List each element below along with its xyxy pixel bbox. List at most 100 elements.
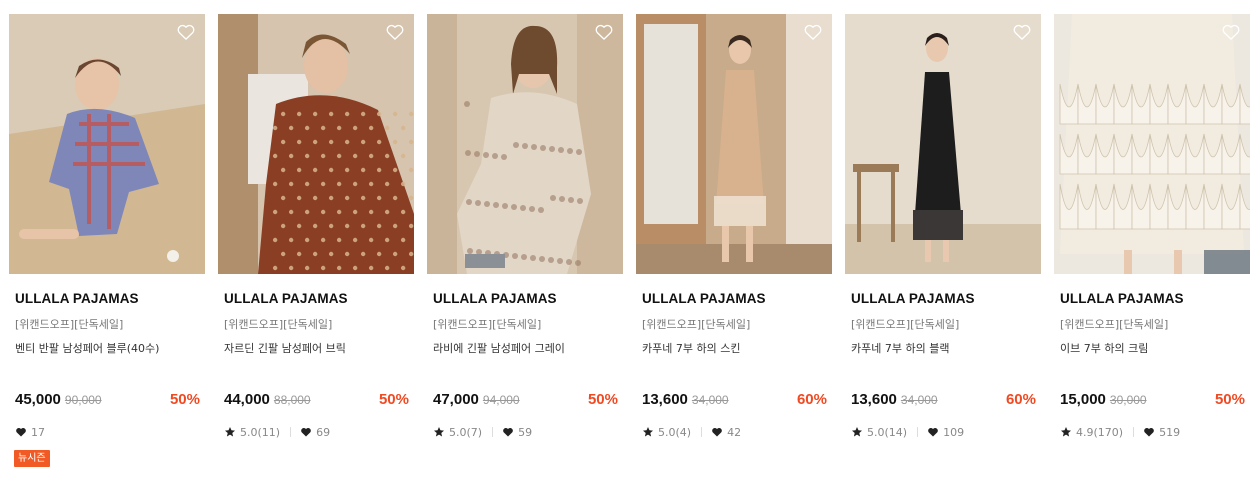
discount-rate: 50% [1214, 391, 1245, 408]
product-name[interactable]: 자르딘 긴팔 남성페어 브릭 [224, 340, 346, 356]
wishlist-button[interactable] [1012, 22, 1032, 42]
wishlist-button[interactable] [176, 22, 196, 42]
product-photo [845, 14, 1041, 274]
product-card[interactable]: ULLALA PAJAMAS [위캔드오프][단독세일] 벤티 반팔 남성페어 블루… [9, 14, 205, 484]
price-block: 13,600 34,000 [851, 391, 938, 408]
promo-tag: [위캔드오프][단독세일] [15, 318, 124, 331]
product-meta: 17 [15, 425, 45, 439]
product-image[interactable] [845, 14, 1041, 274]
price-block: 13,600 34,000 [642, 391, 729, 408]
like-count: 17 [31, 425, 45, 439]
product-name[interactable]: 카푸네 7부 하의 스킨 [642, 340, 740, 356]
product-meta: 5.0(11) 69 [224, 425, 330, 439]
meta-divider [290, 427, 292, 437]
product-image[interactable] [427, 14, 623, 274]
like-count: 519 [1159, 425, 1181, 439]
star-icon [225, 427, 235, 437]
product-image[interactable] [1054, 14, 1250, 274]
sale-price: 13,600 [851, 391, 897, 408]
discount-rate: 50% [169, 391, 200, 408]
brand-name[interactable]: ULLALA PAJAMAS [851, 291, 975, 306]
brand-name[interactable]: ULLALA PAJAMAS [15, 291, 139, 306]
product-card[interactable]: ULLALA PAJAMAS [위캔드오프][단독세일] 카푸네 7부 하의 블랙 1… [845, 14, 1041, 484]
heart-outline-icon [1013, 24, 1031, 40]
product-image[interactable] [218, 14, 414, 274]
heart-filled-icon [1144, 427, 1154, 437]
like-count: 42 [727, 425, 742, 439]
heart-outline-icon [386, 24, 404, 40]
product-card[interactable]: ULLALA PAJAMAS [위캔드오프][단독세일] 카푸네 7부 하의 스킨 1… [636, 14, 832, 484]
rating-score: 5.0(4) [658, 425, 692, 439]
discount-rate: 60% [796, 391, 827, 408]
rating-icon-wrap [1060, 426, 1072, 438]
original-price: 30,000 [1109, 393, 1147, 407]
sale-price: 47,000 [433, 391, 479, 408]
price-block: 15,000 30,000 [1060, 391, 1147, 408]
product-grid: ULLALA PAJAMAS [위캔드오프][단독세일] 벤티 반팔 남성페어 블루… [9, 14, 1250, 484]
sale-price: 45,000 [15, 391, 61, 408]
product-name[interactable]: 라비에 긴팔 남성페어 그레이 [433, 340, 565, 356]
meta-divider [701, 427, 703, 437]
product-image[interactable] [9, 14, 205, 274]
heart-filled-icon [301, 427, 311, 437]
heart-outline-icon [177, 24, 195, 40]
brand-name[interactable]: ULLALA PAJAMAS [642, 291, 766, 306]
rating-icon-wrap [851, 426, 863, 438]
meta-divider [1133, 427, 1135, 437]
like-count: 109 [943, 425, 965, 439]
original-price: 34,000 [691, 393, 729, 407]
product-card[interactable]: ULLALA PAJAMAS [위캔드오프][단독세일] 자르딘 긴팔 남성페어 브… [218, 14, 414, 484]
rating-score: 5.0(11) [240, 425, 281, 439]
meta-divider [917, 427, 919, 437]
heart-outline-icon [804, 24, 822, 40]
like-count: 59 [518, 425, 533, 439]
product-meta: 5.0(14) 109 [851, 425, 964, 439]
rating-icon-wrap [642, 426, 654, 438]
discount-rate: 50% [378, 391, 409, 408]
discount-rate: 60% [1005, 391, 1036, 408]
promo-tag: [위캔드오프][단독세일] [851, 318, 960, 331]
heart-outline-icon [595, 24, 613, 40]
wishlist-button[interactable] [594, 22, 614, 42]
like-count: 69 [316, 425, 331, 439]
wishlist-button[interactable] [803, 22, 823, 42]
wishlist-button[interactable] [1221, 22, 1241, 42]
price-block: 44,000 88,000 [224, 391, 311, 408]
star-icon [434, 427, 444, 437]
product-photo [9, 14, 205, 274]
product-name[interactable]: 카푸네 7부 하의 블랙 [851, 340, 949, 356]
product-name[interactable]: 이브 7부 하의 크림 [1060, 340, 1148, 356]
heart-filled-icon [16, 427, 26, 437]
rating-score: 5.0(14) [867, 425, 908, 439]
like-icon-wrap [711, 426, 723, 438]
promo-tag: [위캔드오프][단독세일] [224, 318, 333, 331]
original-price: 94,000 [482, 393, 520, 407]
rating-score: 4.9(170) [1076, 425, 1124, 439]
price-block: 45,000 90,000 [15, 391, 102, 408]
product-name[interactable]: 벤티 반팔 남성페어 블루(40수) [15, 340, 159, 356]
like-icon-wrap [502, 426, 514, 438]
product-meta: 5.0(4) 42 [642, 425, 741, 439]
heart-filled-icon [928, 427, 938, 437]
wishlist-button[interactable] [385, 22, 405, 42]
like-icon-wrap [15, 426, 27, 438]
brand-name[interactable]: ULLALA PAJAMAS [224, 291, 348, 306]
like-icon-wrap [300, 426, 312, 438]
brand-name[interactable]: ULLALA PAJAMAS [1060, 291, 1184, 306]
meta-divider [492, 427, 494, 437]
product-image[interactable] [636, 14, 832, 274]
product-photo [427, 14, 623, 274]
original-price: 90,000 [64, 393, 102, 407]
product-card[interactable]: ULLALA PAJAMAS [위캔드오프][단독세일] 이브 7부 하의 크림 15… [1054, 14, 1250, 484]
discount-rate: 50% [587, 391, 618, 408]
like-icon-wrap [1143, 426, 1155, 438]
star-icon [643, 427, 653, 437]
original-price: 88,000 [273, 393, 311, 407]
sale-price: 44,000 [224, 391, 270, 408]
product-photo [218, 14, 414, 274]
new-season-badge: 뉴시즌 [14, 450, 50, 467]
heart-outline-icon [1222, 24, 1240, 40]
sale-price: 13,600 [642, 391, 688, 408]
product-card[interactable]: ULLALA PAJAMAS [위캔드오프][단독세일] 라비에 긴팔 남성페어 그… [427, 14, 623, 484]
brand-name[interactable]: ULLALA PAJAMAS [433, 291, 557, 306]
